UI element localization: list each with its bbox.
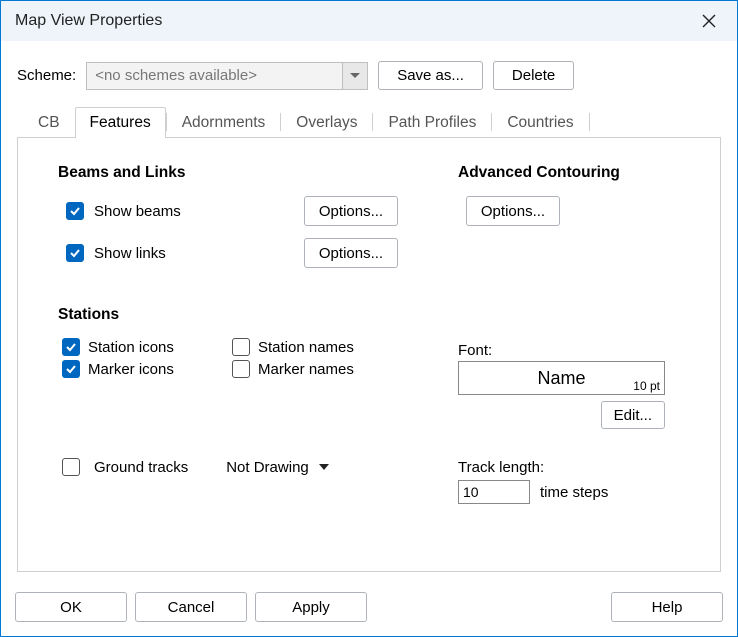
advanced-head: Advanced Contouring (458, 164, 690, 182)
advanced-options-button[interactable]: Options... (466, 196, 560, 226)
delete-button[interactable]: Delete (493, 61, 574, 90)
ground-tracks-checkbox[interactable] (62, 458, 80, 476)
font-size: 10 pt (633, 379, 660, 393)
track-length-input[interactable] (458, 480, 530, 504)
ground-tracks-label: Ground tracks (94, 459, 188, 476)
tab-path-profiles[interactable]: Path Profiles (373, 107, 491, 138)
station-names-checkbox[interactable] (232, 338, 250, 356)
tab-overlays[interactable]: Overlays (281, 107, 372, 138)
font-label: Font: (458, 342, 690, 359)
station-icons-label: Station icons (88, 339, 174, 356)
scheme-row: Scheme: <no schemes available> Save as..… (17, 61, 721, 90)
title-bar: Map View Properties (1, 1, 737, 41)
marker-names-checkbox[interactable] (232, 360, 250, 378)
tab-separator (589, 113, 590, 131)
marker-names-label: Marker names (258, 361, 354, 378)
tab-features[interactable]: Features (75, 107, 166, 138)
chevron-down-icon (319, 464, 329, 470)
station-icons-checkbox[interactable] (62, 338, 80, 356)
help-button[interactable]: Help (611, 592, 723, 622)
marker-icons-checkbox[interactable] (62, 360, 80, 378)
chevron-down-icon[interactable] (342, 62, 368, 90)
tabs: CB Features Adornments Overlays Path Pro… (17, 106, 721, 138)
font-name: Name (537, 368, 585, 389)
show-links-options-button[interactable]: Options... (304, 238, 398, 268)
track-length-unit: time steps (540, 484, 608, 501)
marker-icons-label: Marker icons (88, 361, 174, 378)
tab-cb[interactable]: CB (23, 107, 75, 138)
features-panel: Beams and Links Show beams Options... Sh… (17, 138, 721, 572)
apply-button[interactable]: Apply (255, 592, 367, 622)
stations-head: Stations (58, 306, 398, 324)
save-as-button[interactable]: Save as... (378, 61, 483, 90)
show-beams-label: Show beams (94, 203, 181, 220)
window-title: Map View Properties (15, 12, 691, 30)
scheme-value: <no schemes available> (86, 62, 342, 90)
track-length-label: Track length: (458, 459, 690, 476)
ok-button[interactable]: OK (15, 592, 127, 622)
show-beams-checkbox[interactable] (66, 202, 84, 220)
close-icon[interactable] (691, 6, 727, 36)
show-links-label: Show links (94, 245, 166, 262)
drawing-mode-dropdown[interactable]: Not Drawing (226, 459, 329, 476)
station-names-label: Station names (258, 339, 354, 356)
scheme-select[interactable]: <no schemes available> (86, 62, 368, 90)
scheme-label: Scheme: (17, 67, 76, 84)
tab-adornments[interactable]: Adornments (167, 107, 281, 138)
drawing-mode-value: Not Drawing (226, 459, 309, 476)
cancel-button[interactable]: Cancel (135, 592, 247, 622)
font-preview: Name 10 pt (458, 361, 665, 395)
show-links-checkbox[interactable] (66, 244, 84, 262)
dialog-footer: OK Cancel Apply Help (1, 582, 737, 636)
tab-countries[interactable]: Countries (492, 107, 588, 138)
beams-links-head: Beams and Links (58, 164, 398, 182)
show-beams-options-button[interactable]: Options... (304, 196, 398, 226)
font-edit-button[interactable]: Edit... (601, 401, 665, 429)
